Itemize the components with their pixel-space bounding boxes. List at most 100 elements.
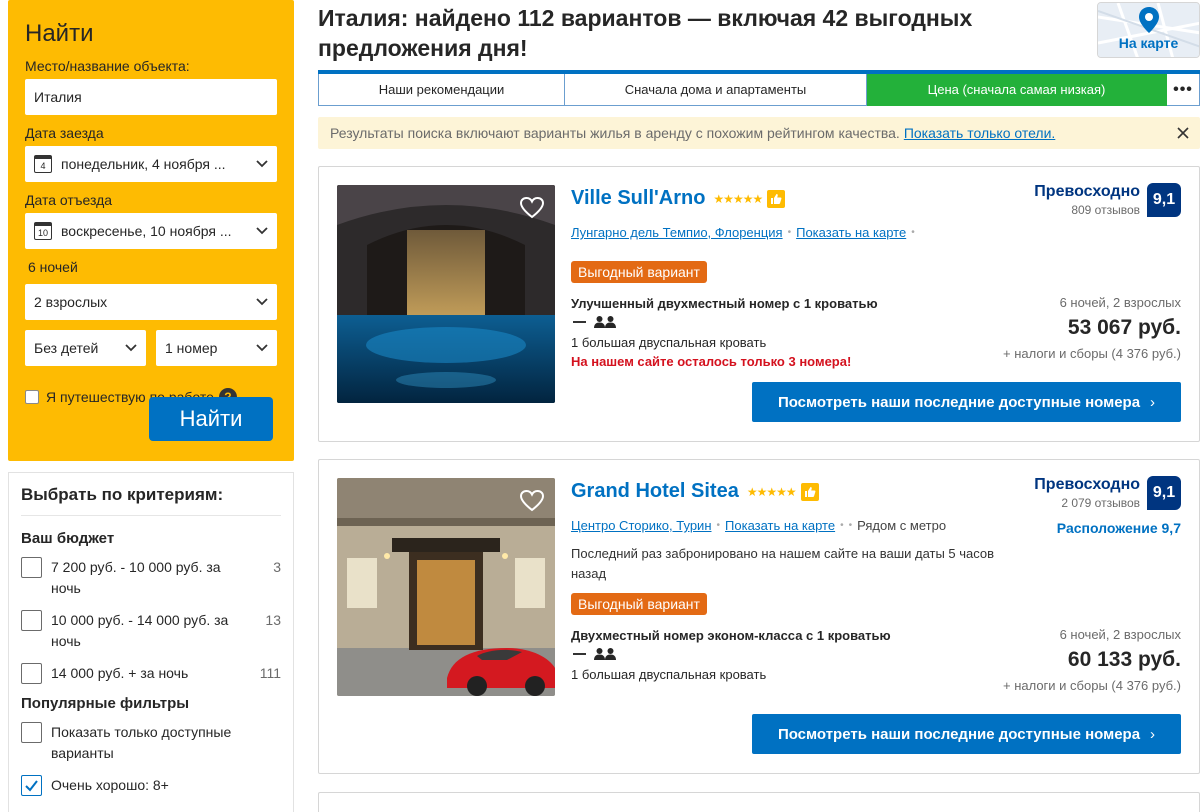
star-rating-icon: ★★★★★ bbox=[713, 191, 763, 206]
filter-checkbox-checked[interactable] bbox=[21, 775, 42, 796]
map-pin-icon bbox=[1139, 7, 1159, 33]
filter-checkbox[interactable] bbox=[21, 610, 42, 631]
map-button-label: На карте bbox=[1118, 35, 1179, 51]
page: Найти Место/название объекта: Италия Дат… bbox=[0, 0, 1200, 812]
search-title: Найти bbox=[25, 20, 94, 47]
search-button[interactable]: Найти bbox=[149, 397, 273, 441]
filter-checkbox[interactable] bbox=[21, 722, 42, 743]
dash-icon bbox=[573, 321, 586, 323]
popular-filter-item[interactable]: Очень хорошо: 8+ bbox=[21, 775, 281, 796]
see-availability-button[interactable]: Посмотреть наши последние доступные номе… bbox=[752, 382, 1181, 422]
separator-dot-icon: • bbox=[848, 520, 853, 531]
show-on-map-link[interactable]: Показать на карте bbox=[796, 225, 906, 240]
heart-icon[interactable] bbox=[519, 195, 545, 221]
sort-more-button[interactable]: ••• bbox=[1167, 74, 1200, 106]
results-heading: Италия: найдено 112 вариантов — включая … bbox=[318, 5, 973, 61]
budget-filter-item[interactable]: 14 000 руб. + за ночь 111 bbox=[21, 663, 281, 684]
people-icon bbox=[594, 648, 616, 660]
hotel-name-row: Grand Hotel Sitea ★★★★★ bbox=[571, 480, 819, 503]
deal-badge: Выгодный вариант bbox=[571, 261, 707, 283]
separator-dot-icon: • bbox=[716, 520, 721, 531]
deal-badge: Выгодный вариант bbox=[571, 593, 707, 615]
filter-label: Показать только доступные варианты bbox=[51, 724, 232, 761]
filter-checkbox[interactable] bbox=[21, 557, 42, 578]
budget-title: Ваш бюджет bbox=[21, 530, 115, 547]
taxes-info: + налоги и сборы (4 376 руб.) bbox=[1002, 678, 1181, 693]
close-icon[interactable] bbox=[1176, 126, 1190, 140]
people-icon bbox=[594, 316, 616, 328]
map-button[interactable]: На карте bbox=[1097, 2, 1200, 58]
show-hotels-only-link[interactable]: Показать только отели. bbox=[904, 125, 1056, 141]
chevron-down-icon bbox=[125, 344, 137, 352]
hotel-name-row: Ville Sull'Arno ★★★★★ bbox=[571, 187, 786, 210]
destination-value: Италия bbox=[34, 89, 82, 105]
hotel-location-row: Лунгарно дель Темпио, Флоренция • Показа… bbox=[571, 225, 920, 240]
filter-count: 3 bbox=[273, 559, 281, 575]
room-type: Двухместный номер эконом-класса с 1 кров… bbox=[571, 628, 891, 643]
bed-type: 1 большая двуспальная кровать bbox=[571, 667, 767, 682]
chevron-down-icon bbox=[256, 344, 268, 352]
review-score-block[interactable]: Превосходно 809 отзывов 9,1 bbox=[1034, 183, 1181, 217]
rooms-select[interactable]: 1 номер bbox=[156, 330, 277, 366]
last-booked-message: Последний раз забронировано на нашем сай… bbox=[571, 546, 995, 581]
search-panel: Найти Место/название объекта: Италия Дат… bbox=[8, 0, 294, 461]
room-type: Улучшенный двухместный номер с 1 кровать… bbox=[571, 296, 878, 311]
business-travel-checkbox[interactable] bbox=[25, 390, 39, 404]
separator-dot-icon: • bbox=[840, 520, 844, 531]
dash-icon bbox=[573, 653, 586, 655]
review-word: Превосходно bbox=[1034, 183, 1140, 200]
checkin-label: Дата заезда bbox=[25, 125, 104, 141]
budget-filter-item[interactable]: 10 000 руб. - 14 000 руб. за ночь 13 bbox=[21, 610, 281, 652]
budget-filter-item[interactable]: 7 200 руб. - 10 000 руб. за ночь 3 bbox=[21, 557, 281, 599]
urgency-message: На нашем сайте осталось только 3 номера! bbox=[571, 354, 852, 369]
show-on-map-link[interactable]: Показать на карте bbox=[725, 518, 835, 533]
sort-tab-homes-first[interactable]: Сначала дома и апартаменты bbox=[565, 74, 867, 106]
chevron-right-icon: › bbox=[1150, 725, 1156, 743]
chevron-right-icon: › bbox=[1150, 393, 1156, 411]
stay-info: 6 ночей, 2 взрослых bbox=[1059, 295, 1181, 310]
review-count: 2 079 отзывов bbox=[1061, 496, 1140, 510]
hotel-location-link[interactable]: Лунгарно дель Темпио, Флоренция bbox=[571, 225, 783, 240]
children-select[interactable]: Без детей bbox=[25, 330, 146, 366]
sort-tab-lowest-price[interactable]: Цена (сначала самая низкая) bbox=[867, 74, 1167, 106]
checkmark-icon bbox=[25, 780, 38, 792]
stay-info: 6 ночей, 2 взрослых bbox=[1059, 627, 1181, 642]
adults-value: 2 взрослых bbox=[34, 294, 108, 310]
chevron-down-icon bbox=[256, 227, 268, 235]
adults-select[interactable]: 2 взрослых bbox=[25, 284, 277, 320]
thumbs-up-icon bbox=[767, 189, 786, 208]
occupancy-row bbox=[573, 647, 616, 661]
nights-count: 6 ночей bbox=[28, 259, 78, 275]
review-count: 809 отзывов bbox=[1071, 203, 1140, 217]
sort-bar: Наши рекомендации Сначала дома и апартам… bbox=[318, 70, 1200, 106]
checkin-select[interactable]: 4 понедельник, 4 ноября ... bbox=[25, 146, 277, 182]
destination-input[interactable]: Италия bbox=[25, 79, 277, 115]
hotel-name[interactable]: Ville Sull'Arno bbox=[571, 187, 705, 210]
filter-checkbox[interactable] bbox=[21, 663, 42, 684]
hotel-photo[interactable] bbox=[337, 185, 555, 403]
review-score-badge: 9,1 bbox=[1147, 183, 1181, 217]
filter-label: 14 000 руб. + за ночь bbox=[51, 665, 189, 681]
destination-label: Место/название объекта: bbox=[25, 58, 190, 74]
price: 53 067 руб. bbox=[1067, 316, 1181, 339]
heart-icon[interactable] bbox=[519, 488, 545, 514]
hotel-location-link[interactable]: Центро Сторико, Турин bbox=[571, 518, 712, 533]
review-word: Превосходно bbox=[1034, 476, 1140, 493]
hotel-name[interactable]: Grand Hotel Sitea bbox=[571, 480, 739, 503]
review-score-block[interactable]: Превосходно 2 079 отзывов 9,1 bbox=[1034, 476, 1181, 510]
children-value: Без детей bbox=[34, 340, 99, 356]
calendar-icon: 10 bbox=[34, 222, 52, 240]
see-availability-button[interactable]: Посмотреть наши последние доступные номе… bbox=[752, 714, 1181, 754]
chevron-down-icon bbox=[256, 160, 268, 168]
filter-label: 7 200 руб. - 10 000 руб. за ночь bbox=[51, 559, 221, 596]
sort-tab-recommended[interactable]: Наши рекомендации bbox=[318, 74, 565, 106]
bed-type: 1 большая двуспальная кровать bbox=[571, 335, 767, 350]
cta-label: Посмотреть наши последние доступные номе… bbox=[777, 725, 1141, 743]
hotel-photo[interactable] bbox=[337, 478, 555, 696]
star-rating-icon: ★★★★★ bbox=[746, 484, 797, 499]
separator-dot-icon: • bbox=[911, 227, 915, 238]
filter-count: 111 bbox=[259, 665, 281, 681]
popular-filter-item[interactable]: Показать только доступные варианты bbox=[21, 722, 281, 764]
checkout-select[interactable]: 10 воскресенье, 10 ноября ... bbox=[25, 213, 277, 249]
separator-dot-icon: • bbox=[787, 227, 792, 238]
